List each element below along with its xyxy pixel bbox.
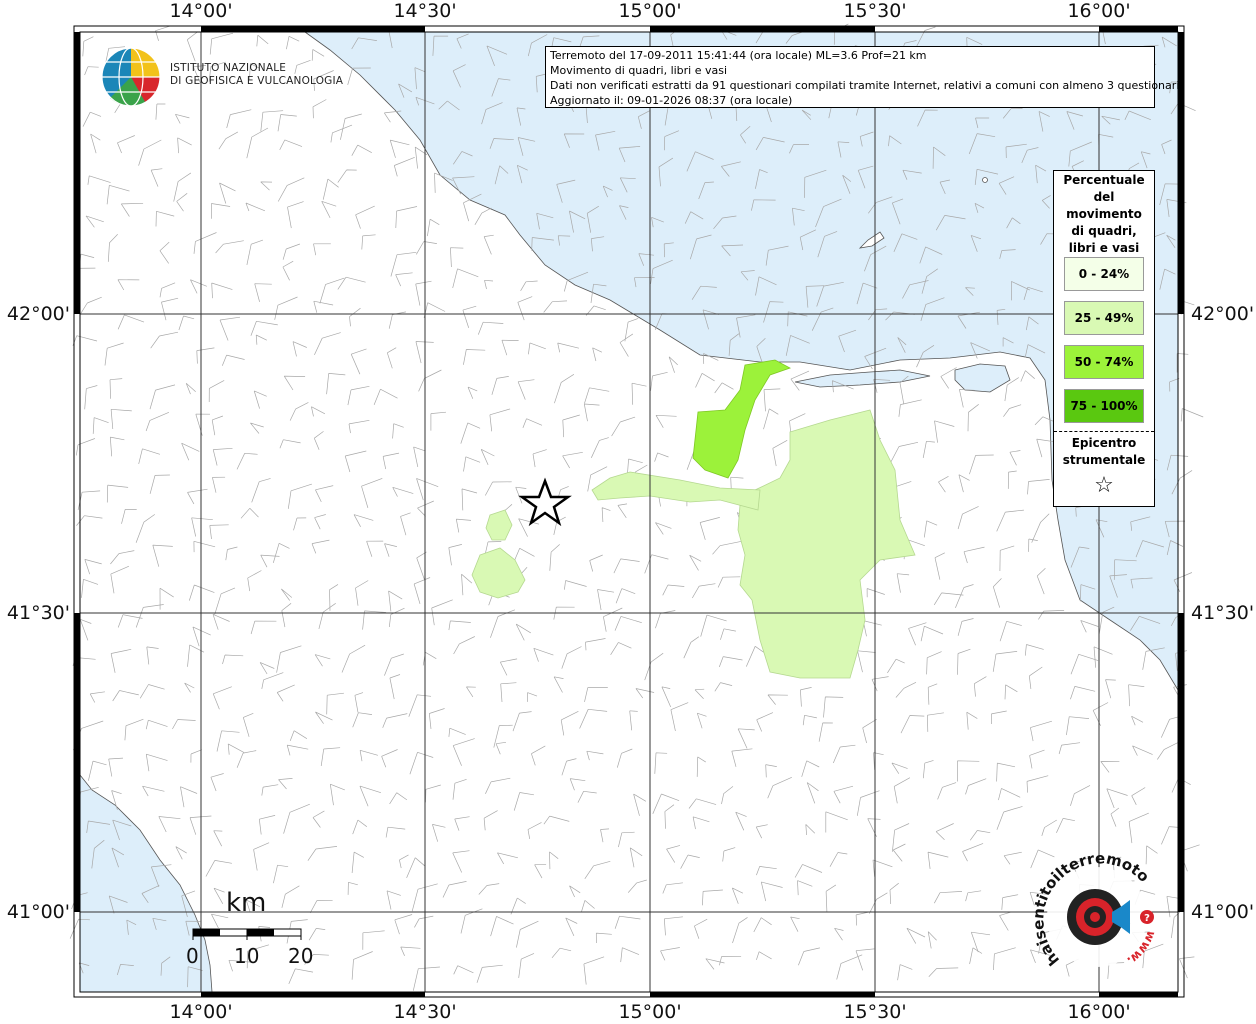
scale-tick-20: 20 [288, 944, 314, 968]
legend-item-25-49: 25 - 49% [1064, 301, 1144, 335]
lon-label-top-15-30: 15°30' [843, 0, 907, 22]
ingv-logo-line2: DI GEOFISICA E VULCANOLOGIA [170, 75, 344, 87]
legend-title: Percentuale del movimento di quadri, lib… [1054, 171, 1154, 257]
lon-label-bottom-16-00: 16°00' [1067, 1001, 1131, 1023]
legend-separator [1054, 431, 1154, 432]
legend-title-line1: Percentuale [1063, 173, 1145, 187]
event-info-box: Terremoto del 17-09-2011 15:41:44 (ora l… [545, 46, 1183, 108]
lat-label-left-41-00: 41°00' [6, 901, 70, 923]
municipal-boundary [1179, 956, 1195, 979]
ingv-globe-icon [101, 47, 161, 107]
legend-title-line3: movimento [1066, 207, 1142, 221]
legend-item-0-24: 0 - 24% [1064, 257, 1144, 291]
legend-epicenter-line2: strumentale [1062, 453, 1146, 467]
lat-label-left-41-30: 41°30' [6, 602, 70, 624]
lat-label-right-41-00: 41°00' [1191, 901, 1255, 923]
legend-title-line2: del [1093, 190, 1115, 204]
intensity-map: ? [69, 23, 1204, 998]
legend-title-line5: libri e vasi [1068, 241, 1140, 255]
lon-label-top-16-00: 16°00' [1067, 0, 1131, 22]
lon-label-bottom-14-30: 14°30' [393, 1001, 457, 1023]
star-outline-icon: ☆ [1094, 473, 1114, 498]
scale-tick-0: 0 [186, 944, 199, 968]
ingv-logo-text: ISTITUTO NAZIONALE DI GEOFISICA E VULCAN… [170, 62, 343, 88]
event-info-line2: Movimento di quadri, libri e vasi [550, 64, 728, 77]
legend-item-50-74: 50 - 74% [1064, 345, 1144, 379]
lon-label-bottom-15-30: 15°30' [843, 1001, 907, 1023]
event-info-line1: Terremoto del 17-09-2011 15:41:44 (ora l… [550, 49, 927, 62]
lon-label-top-14-00: 14°00' [169, 0, 233, 22]
municipal-boundary [1176, 353, 1189, 373]
event-info-line4: Aggiornato il: 09-01-2026 08:37 (ora loc… [550, 94, 793, 107]
scale-tick-10: 10 [234, 944, 260, 968]
lon-label-bottom-14-00: 14°00' [169, 1001, 233, 1023]
lat-label-right-42-00: 42°00' [1191, 303, 1255, 325]
lon-label-bottom-15-00: 15°00' [618, 1001, 682, 1023]
lon-label-top-14-30: 14°30' [393, 0, 457, 22]
legend-epicenter-label: Epicentro strumentale [1054, 435, 1154, 469]
lon-label-top-15-00: 15°00' [618, 0, 682, 22]
lat-label-right-41-30: 41°30' [1191, 602, 1255, 624]
legend-epicenter-line1: Epicentro [1071, 436, 1137, 450]
legend: Percentuale del movimento di quadri, lib… [1053, 170, 1155, 507]
svg-text:?: ? [1144, 913, 1150, 924]
legend-title-line4: di quadri, [1071, 224, 1137, 238]
scale-unit: km [226, 888, 267, 918]
ingv-logo-line1: ISTITUTO NAZIONALE [170, 62, 287, 74]
event-info-line3: Dati non verificati estratti da 91 quest… [550, 79, 1183, 92]
legend-item-75-100: 75 - 100% [1064, 389, 1144, 423]
lat-label-left-42-00: 42°00' [6, 303, 70, 325]
